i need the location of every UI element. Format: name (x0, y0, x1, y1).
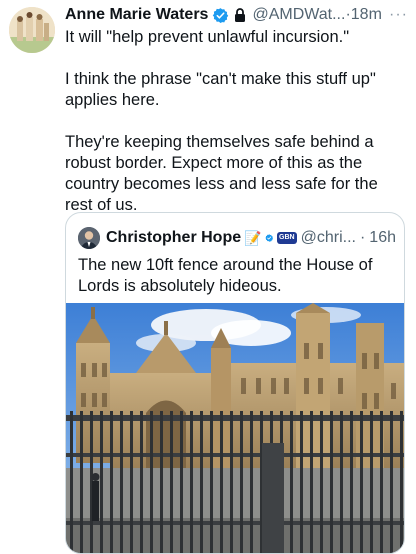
verified-badge-icon (213, 7, 229, 23)
affiliate-badge-icon: GBN (277, 232, 297, 244)
quoted-tweet-text: The new 10ft fence around the House of L… (78, 256, 373, 295)
quoted-tweet-time[interactable]: 16h (369, 229, 396, 247)
author-avatar[interactable] (9, 7, 55, 53)
more-icon[interactable]: ··· (389, 6, 408, 24)
tweet-paragraph: It will "help prevent unlawful incursion… (65, 28, 350, 46)
tweet-paragraph: They're keeping themselves safe behind a… (65, 133, 378, 214)
author-name[interactable]: Anne Marie Waters (65, 6, 208, 24)
tweet-time[interactable]: 18m (351, 6, 382, 24)
quoted-author-avatar[interactable] (78, 227, 100, 249)
lock-icon (235, 8, 246, 22)
tweet-header: Anne Marie Waters @AMDWat... · 18m ··· (65, 4, 408, 26)
quoted-tweet-header: Christopher Hope 📝 GBN @chri... · 16h (78, 225, 396, 251)
quoted-author-handle[interactable]: @chri... (301, 229, 356, 247)
verified-badge-icon (264, 234, 273, 242)
pencil-emoji-icon: 📝 (244, 229, 262, 246)
quoted-header-separator: · (359, 229, 366, 246)
tweet-paragraph: I think the phrase "can't make this stuf… (65, 70, 376, 109)
tweet-text: It will "help prevent unlawful incursion… (65, 27, 400, 237)
quoted-author-name[interactable]: Christopher Hope (106, 229, 241, 247)
avatar-image (9, 7, 55, 53)
quoted-tweet-card[interactable]: Christopher Hope 📝 GBN @chri... · 16h Th… (65, 212, 405, 554)
quoted-tweet-photo[interactable] (66, 303, 404, 553)
quoted-avatar-image (78, 227, 100, 249)
author-handle[interactable]: @AMDWat... (252, 6, 345, 24)
